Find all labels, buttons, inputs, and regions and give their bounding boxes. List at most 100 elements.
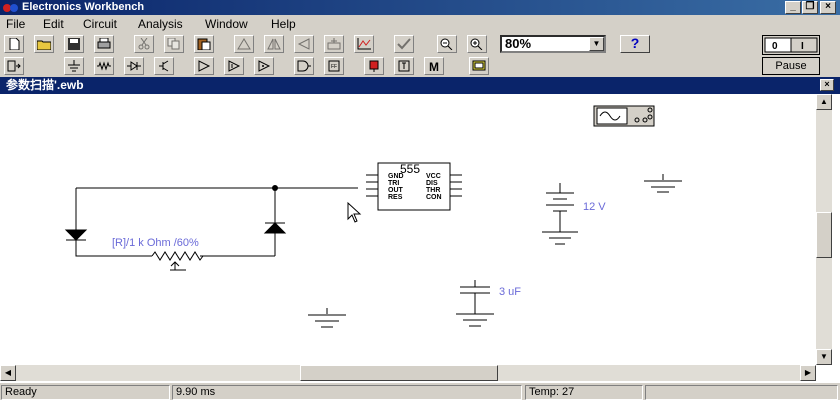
zoom-out-button[interactable]	[437, 35, 457, 53]
scroll-left-button[interactable]: ◀	[0, 365, 16, 381]
close-button[interactable]: ×	[820, 1, 836, 14]
menu-edit[interactable]: Edit	[43, 17, 64, 31]
paste-button[interactable]	[194, 35, 214, 53]
diodes-bin-button[interactable]	[124, 57, 144, 75]
status-temperature: Temp: 27	[525, 385, 643, 400]
power-switch[interactable]: 0 I	[762, 35, 820, 55]
mixed-ics-bin-button[interactable]	[224, 57, 244, 75]
subcircuit-button[interactable]	[324, 35, 344, 53]
open-button[interactable]	[34, 35, 54, 53]
title-bar: Electronics Workbench _ ❐ ×	[0, 0, 840, 15]
power-switch-icon: 0 I	[764, 37, 818, 53]
chip-pin-vcc: VCC	[426, 173, 441, 180]
mouse-cursor-icon	[347, 201, 362, 223]
status-extra	[645, 385, 838, 400]
window-title: Electronics Workbench	[22, 1, 145, 13]
chip-pin-con: CON	[426, 194, 442, 201]
logic-gates-bin-button[interactable]	[294, 57, 314, 75]
circuit-canvas[interactable]: [R]/1 k Ohm /60% 555 GND TRI OUT RES VCC…	[0, 94, 816, 365]
copy-button[interactable]	[164, 35, 184, 53]
graph-icon	[357, 38, 371, 50]
diode-icon	[127, 61, 141, 71]
logic-gate-icon	[297, 60, 311, 72]
chip-pin-res: RES	[388, 194, 403, 201]
scroll-down-button[interactable]: ▼	[816, 349, 832, 365]
print-button[interactable]	[94, 35, 114, 53]
miscellaneous-bin-button[interactable]: M	[424, 57, 444, 75]
zoom-in-button[interactable]	[467, 35, 487, 53]
ground-capacitor[interactable]	[456, 310, 494, 327]
flip-horizontal-button[interactable]	[264, 35, 284, 53]
zoom-select[interactable]: 80% ▼	[500, 35, 606, 53]
menu-file[interactable]: File	[6, 17, 25, 31]
status-message: Ready	[1, 385, 170, 400]
document-close-button[interactable]: ×	[820, 79, 834, 91]
help-button[interactable]: ?	[620, 35, 650, 53]
sources-bin-button[interactable]	[64, 57, 84, 75]
analog-ics-bin-button[interactable]	[194, 57, 214, 75]
flip-vertical-icon	[297, 38, 310, 50]
zoom-value: 80%	[505, 36, 532, 51]
wire-junction	[272, 185, 278, 191]
rotate-button[interactable]	[234, 35, 254, 53]
indicators-bin-button[interactable]	[364, 57, 384, 75]
mixed-ic-icon	[228, 60, 241, 72]
graph-button[interactable]	[354, 35, 374, 53]
battery-12v[interactable]	[546, 183, 574, 228]
timer-555-chip[interactable]: 555 GND TRI OUT RES VCC DIS THR CON	[366, 162, 462, 211]
document-title: 参数扫描'.ewb	[6, 78, 84, 92]
horizontal-scrollbar[interactable]: ◀ ▶	[0, 365, 816, 381]
save-button[interactable]	[64, 35, 84, 53]
capacitor-3uf[interactable]	[460, 280, 490, 310]
folder-icon	[37, 40, 51, 50]
chevron-down-icon[interactable]: ▼	[589, 37, 604, 51]
favorites-bin-button[interactable]	[4, 57, 24, 75]
digital-ics-bin-button[interactable]	[254, 57, 274, 75]
scroll-right-button[interactable]: ▶	[800, 365, 816, 381]
potentiometer[interactable]	[151, 251, 204, 271]
menu-circuit[interactable]: Circuit	[83, 17, 117, 31]
indicator-icon	[369, 60, 379, 72]
opamp-icon	[198, 60, 211, 72]
app-window: Electronics Workbench _ ❐ × File Edit Ci…	[0, 0, 840, 400]
scroll-up-button[interactable]: ▲	[816, 94, 832, 110]
controls-bin-button[interactable]	[394, 57, 414, 75]
chip-pin-out: OUT	[388, 187, 404, 194]
new-button[interactable]	[4, 35, 24, 53]
flip-vertical-button[interactable]	[294, 35, 314, 53]
menu-help[interactable]: Help	[271, 17, 296, 31]
vertical-scroll-thumb[interactable]	[816, 212, 832, 258]
new-file-icon	[9, 38, 20, 50]
main-toolbar: 80% ▼ ?	[0, 33, 840, 55]
menu-window[interactable]: Window	[205, 17, 248, 31]
circuit-schematic: [R]/1 k Ohm /60% 555 GND TRI OUT RES VCC…	[64, 105, 682, 328]
vertical-scrollbar[interactable]: ▲ ▼	[816, 94, 832, 365]
zoom-in-icon	[470, 38, 483, 50]
ground-bottom-left[interactable]	[308, 308, 346, 328]
chip-pin-dis: DIS	[426, 180, 438, 187]
diode-right[interactable]	[263, 222, 287, 234]
subcircuit-icon	[327, 38, 341, 50]
ground-top-right[interactable]	[644, 174, 682, 193]
ground-battery[interactable]	[542, 228, 578, 245]
oscilloscope-instrument[interactable]	[593, 105, 655, 127]
resistor-icon	[97, 61, 111, 71]
ground-source-icon	[68, 60, 80, 72]
instruments-bin-button[interactable]	[469, 57, 489, 75]
horizontal-scroll-thumb[interactable]	[300, 365, 498, 381]
transistors-bin-button[interactable]	[154, 57, 174, 75]
restore-button[interactable]: ❐	[802, 1, 818, 14]
printer-icon	[97, 38, 111, 49]
transistor-icon	[159, 60, 169, 72]
capacitor-label: 3 uF	[499, 286, 521, 298]
basic-bin-button[interactable]	[94, 57, 114, 75]
potentiometer-label: [R]/1 k Ohm /60%	[112, 237, 199, 249]
component-properties-button[interactable]	[394, 35, 414, 53]
diode-left[interactable]	[64, 229, 88, 241]
cut-button[interactable]	[134, 35, 154, 53]
minimize-button[interactable]: _	[785, 1, 801, 14]
favorites-icon	[7, 60, 21, 72]
menu-analysis[interactable]: Analysis	[138, 17, 183, 31]
floppy-icon	[68, 38, 80, 50]
digital-bin-button[interactable]: FF	[324, 57, 344, 75]
